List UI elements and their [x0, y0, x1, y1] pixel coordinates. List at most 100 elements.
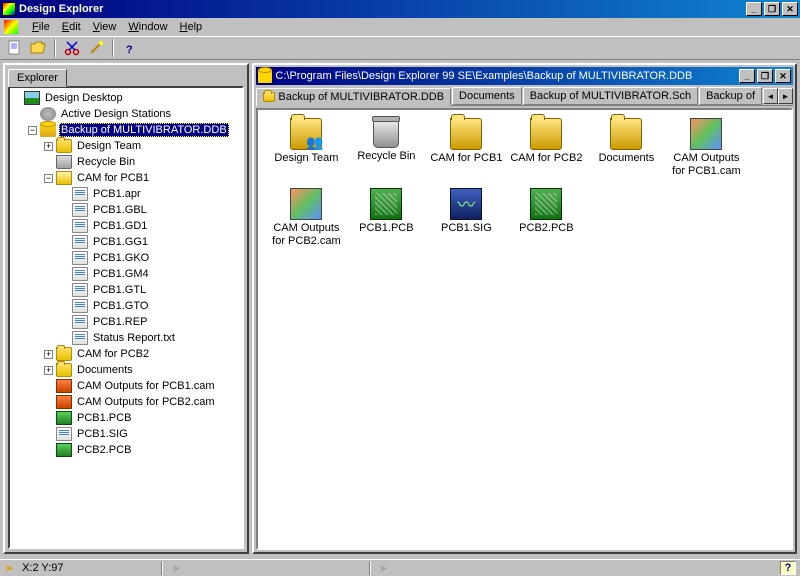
app-logo-icon	[2, 2, 16, 16]
file-icon-folder[interactable]: CAM for PCB1	[426, 118, 506, 188]
cam-icon	[290, 188, 322, 220]
tree-file[interactable]: PCB1.GG1	[12, 234, 240, 250]
child-tab[interactable]: Backup of MULTIVIBRATOR.Sch	[523, 87, 698, 105]
tree-file[interactable]: PCB1.GTO	[12, 298, 240, 314]
file-icon-bin[interactable]: Recycle Bin	[346, 118, 426, 188]
tree-label: PCB1.REP	[91, 316, 149, 328]
menu-window[interactable]: Window	[122, 20, 173, 34]
tree-file[interactable]: PCB1.GM4	[12, 266, 240, 282]
file-icon-cam[interactable]: CAM Outputs for PCB2.cam	[266, 188, 346, 258]
tree-design-team[interactable]: +Design Team	[12, 138, 240, 154]
tree-cam-pcb2[interactable]: +CAM for PCB2	[12, 346, 240, 362]
db-icon	[258, 69, 272, 83]
tree-stations[interactable]: Active Design Stations	[12, 106, 240, 122]
tree-pcb1[interactable]: PCB1.PCB	[12, 410, 240, 426]
tree-label: PCB1.GG1	[91, 236, 150, 248]
file-icon-folder-team[interactable]: Design Team	[266, 118, 346, 188]
new-doc-icon[interactable]	[4, 38, 24, 58]
explorer-tree[interactable]: Design DesktopActive Design Stations−Bac…	[10, 88, 242, 460]
wand-icon[interactable]	[86, 38, 106, 58]
menu-help[interactable]: Help	[174, 20, 209, 34]
tree-root[interactable]: Design Desktop	[12, 90, 240, 106]
child-tab[interactable]: Backup of MULTIVIBRATOR.DDB	[256, 88, 451, 106]
status-help-button[interactable]: ?	[780, 561, 796, 575]
tree-label: PCB1.GKO	[91, 252, 151, 264]
file-label: CAM Outputs for PCB2.cam	[266, 222, 346, 247]
file-icon-pcb[interactable]: PCB2.PCB	[506, 188, 586, 258]
icon-view[interactable]: Design TeamRecycle BinCAM for PCB1CAM fo…	[256, 108, 793, 550]
tree-file[interactable]: PCB1.GKO	[12, 250, 240, 266]
tree-file[interactable]: Status Report.txt	[12, 330, 240, 346]
tree-toggle-icon[interactable]: −	[28, 126, 37, 135]
left-tabstrip: Explorer	[5, 65, 247, 86]
tree-toggle-icon[interactable]: +	[44, 366, 53, 375]
status-separator	[161, 562, 163, 575]
menubar: FileEditViewWindowHelp	[0, 18, 800, 36]
help-icon[interactable]: ?	[120, 38, 140, 58]
workspace: Explorer Design DesktopActive Design Sta…	[0, 60, 800, 557]
tree-file[interactable]: PCB1.GBL	[12, 202, 240, 218]
pcb-icon	[530, 188, 562, 220]
child-title: C:\Program Files\Design Explorer 99 SE\E…	[275, 70, 737, 82]
file-icon	[72, 203, 88, 217]
tree-selected-db[interactable]: −Backup of MULTIVIBRATOR.DDB	[12, 122, 240, 138]
tree-toggle-icon[interactable]: +	[44, 350, 53, 359]
scissors-icon[interactable]	[62, 38, 82, 58]
child-maximize-button[interactable]: ❐	[757, 69, 773, 83]
tree-label: PCB1.PCB	[75, 412, 133, 424]
tree-label: PCB1.GM4	[91, 268, 151, 280]
maximize-button[interactable]: ❐	[764, 2, 780, 16]
file-icon-folder[interactable]: CAM for PCB2	[506, 118, 586, 188]
statusbar: ➤ X:2 Y:97 ➤ ➤ ?	[0, 559, 800, 576]
file-label: PCB1.PCB	[359, 222, 413, 235]
file-icon	[72, 187, 88, 201]
tree-label: PCB1.SIG	[75, 428, 130, 440]
tree-sig[interactable]: PCB1.SIG	[12, 426, 240, 442]
tree-cam-out2[interactable]: CAM Outputs for PCB2.cam	[12, 394, 240, 410]
tree-label: PCB1.GD1	[91, 220, 149, 232]
menu-view[interactable]: View	[87, 20, 123, 34]
tree-documents[interactable]: +Documents	[12, 362, 240, 378]
tab-scroll-right[interactable]: ►	[778, 88, 793, 104]
minimize-button[interactable]: _	[746, 2, 762, 16]
tree-toggle-icon[interactable]: −	[44, 174, 53, 183]
file-icon	[72, 235, 88, 249]
cam-icon	[56, 395, 72, 409]
tree-file[interactable]: PCB1.apr	[12, 186, 240, 202]
tree-file[interactable]: PCB1.REP	[12, 314, 240, 330]
pcb-icon	[56, 443, 72, 457]
tree-file[interactable]: PCB1.GTL	[12, 282, 240, 298]
child-close-button[interactable]: ✕	[775, 69, 791, 83]
tree-cam-pcb1[interactable]: −CAM for PCB1	[12, 170, 240, 186]
file-icon-cam[interactable]: CAM Outputs for PCB1.cam	[666, 118, 746, 188]
file-icon-pcb[interactable]: PCB1.PCB	[346, 188, 426, 258]
bin-icon	[56, 155, 72, 169]
tab-scroll-left[interactable]: ◄	[763, 88, 778, 104]
cam-icon	[56, 379, 72, 393]
file-icon-folder[interactable]: Documents	[586, 118, 666, 188]
window-title: Design Explorer	[19, 3, 744, 15]
folder-icon	[56, 363, 72, 377]
file-icon-sig[interactable]: PCB1.SIG	[426, 188, 506, 258]
desktop-icon	[24, 91, 40, 105]
close-button[interactable]: ✕	[782, 2, 798, 16]
tree-recycle-bin[interactable]: Recycle Bin	[12, 154, 240, 170]
child-tab[interactable]: Backup of	[699, 87, 762, 105]
tree-label: Recycle Bin	[75, 156, 137, 168]
folder-icon	[56, 347, 72, 361]
tree-label: CAM Outputs for PCB2.cam	[75, 396, 217, 408]
tree-cam-out1[interactable]: CAM Outputs for PCB1.cam	[12, 378, 240, 394]
tree-file[interactable]: PCB1.GD1	[12, 218, 240, 234]
document-panel: C:\Program Files\Design Explorer 99 SE\E…	[252, 63, 797, 554]
child-minimize-button[interactable]: _	[739, 69, 755, 83]
file-icon	[72, 267, 88, 281]
menu-file[interactable]: File	[26, 20, 56, 34]
tree-toggle-icon[interactable]: +	[44, 142, 53, 151]
menu-edit[interactable]: Edit	[56, 20, 87, 34]
explorer-tab[interactable]: Explorer	[8, 69, 67, 87]
child-tab[interactable]: Documents	[452, 87, 522, 105]
file-label: PCB2.PCB	[519, 222, 573, 235]
open-folder-icon[interactable]	[28, 38, 48, 58]
cam-icon	[690, 118, 722, 150]
tree-pcb2[interactable]: PCB2.PCB	[12, 442, 240, 458]
